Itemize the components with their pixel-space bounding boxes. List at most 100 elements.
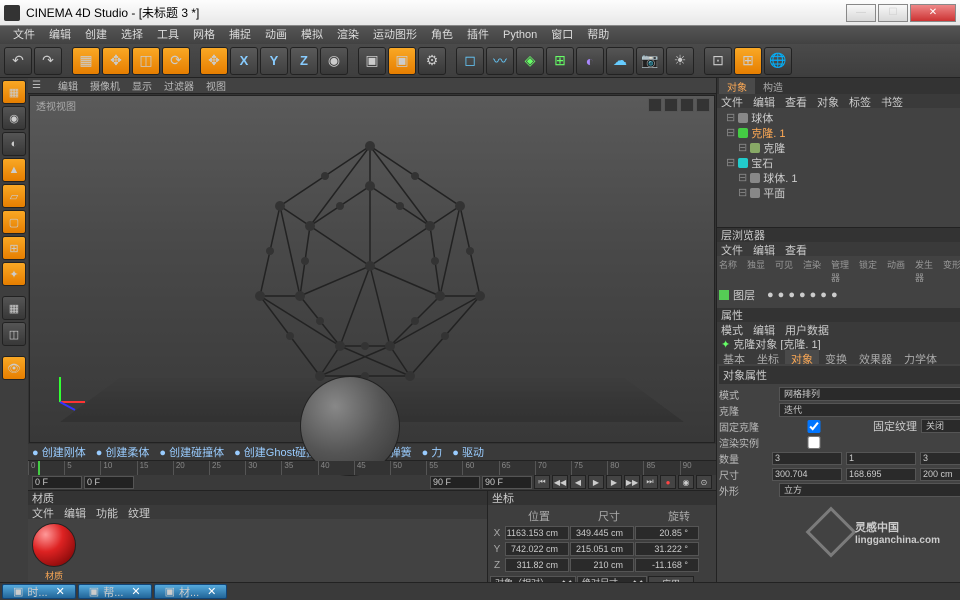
attr-fixclone[interactable]	[779, 420, 849, 433]
z-axis-toggle[interactable]: Z	[290, 47, 318, 75]
deformer[interactable]: ◐	[576, 47, 604, 75]
vp-menu[interactable]: 过滤器	[164, 78, 194, 93]
menu-item[interactable]: 插件	[460, 27, 496, 43]
vp-menu[interactable]: 摄像机	[90, 78, 120, 93]
rotate-tool[interactable]: ⟳	[162, 47, 190, 75]
vp-icon[interactable]	[648, 98, 662, 112]
primitive-spline[interactable]: 〰	[486, 47, 514, 75]
attr-shape[interactable]: 立方	[779, 483, 960, 497]
vp-menu[interactable]: 编辑	[58, 78, 78, 93]
attr-mode[interactable]: 网格排列	[779, 387, 960, 401]
menu-item[interactable]: Python	[496, 27, 544, 43]
size-x[interactable]	[772, 468, 842, 481]
vp-menu[interactable]: 视图	[206, 78, 226, 93]
dyn-item[interactable]: ● 驱动	[452, 444, 484, 460]
mat-menu[interactable]: 纹理	[128, 505, 150, 519]
select-tool[interactable]: ▦	[72, 47, 100, 75]
mat-menu[interactable]: 编辑	[64, 505, 86, 519]
taskbar-item[interactable]: ▣时...✕	[2, 584, 76, 599]
vp-icon[interactable]	[664, 98, 678, 112]
light-object[interactable]: ☀	[666, 47, 694, 75]
mograph-button[interactable]: ⊡	[704, 47, 732, 75]
vp-menu[interactable]: 显示	[132, 78, 152, 93]
menu-item[interactable]: 模拟	[294, 27, 330, 43]
material-preview[interactable]	[32, 523, 76, 567]
workplane[interactable]: ◫	[2, 322, 26, 346]
dyn-item[interactable]: ● 创建刚体	[32, 444, 86, 460]
vp-icon[interactable]	[680, 98, 694, 112]
object-row[interactable]: ⊟球体. 1✓	[719, 170, 960, 185]
move-tool[interactable]: ✥	[102, 47, 130, 75]
axis-mode[interactable]: ✦	[2, 262, 26, 286]
attr-fixtex[interactable]: 关闭	[921, 419, 960, 433]
menu-item[interactable]: 捕捉	[222, 27, 258, 43]
count-x[interactable]	[772, 452, 842, 465]
maximize-button[interactable]: ☐	[878, 4, 908, 22]
model-mode[interactable]: ◉	[2, 106, 26, 130]
timeline-current[interactable]	[84, 476, 134, 489]
attr-renderinst[interactable]	[779, 436, 849, 449]
x-axis-toggle[interactable]: X	[230, 47, 258, 75]
object-row[interactable]: ⊟球体✓	[719, 110, 960, 125]
recent-tool[interactable]: ✥	[200, 47, 228, 75]
primitive-cube[interactable]: ◻	[456, 47, 484, 75]
prev-key[interactable]: ◀◀	[552, 475, 568, 489]
edge-mode[interactable]: ▢	[2, 210, 26, 234]
camera-object[interactable]: 📷	[636, 47, 664, 75]
menu-item[interactable]: 选择	[114, 27, 150, 43]
environment[interactable]: ☁	[606, 47, 634, 75]
menu-item[interactable]: 网格	[186, 27, 222, 43]
prev-frame[interactable]: ◀	[570, 475, 586, 489]
playhead[interactable]	[38, 461, 40, 475]
texture-mode[interactable]: ◐	[2, 132, 26, 156]
point-mode[interactable]: ▱	[2, 184, 26, 208]
snap-toggle[interactable]: ▦	[2, 296, 26, 320]
generator-array[interactable]: ⊞	[546, 47, 574, 75]
undo-button[interactable]: ↶	[4, 47, 32, 75]
menu-item[interactable]: 编辑	[42, 27, 78, 43]
menu-item[interactable]: 窗口	[544, 27, 580, 43]
minimize-button[interactable]: —	[846, 4, 876, 22]
menu-item[interactable]: 动画	[258, 27, 294, 43]
tag-button[interactable]: ⊞	[734, 47, 762, 75]
menu-item[interactable]: 运动图形	[366, 27, 424, 43]
coord-system[interactable]: ◉	[320, 47, 348, 75]
dyn-item[interactable]: ● 创建柔体	[96, 444, 150, 460]
object-row[interactable]: ⊟克隆. 1✓	[719, 125, 960, 140]
dyn-item[interactable]: ● 力	[422, 444, 443, 460]
render-button[interactable]: ▣	[358, 47, 386, 75]
object-row[interactable]: ⊟克隆✓	[719, 140, 960, 155]
render-settings[interactable]: ⚙	[418, 47, 446, 75]
menu-item[interactable]: 渲染	[330, 27, 366, 43]
taskbar-item[interactable]: ▣材...✕	[154, 584, 228, 599]
next-key[interactable]: ▶▶	[624, 475, 640, 489]
size-z[interactable]	[920, 468, 960, 481]
mat-menu[interactable]: 功能	[96, 505, 118, 519]
scale-tool[interactable]: ◫	[132, 47, 160, 75]
menu-item[interactable]: 帮助	[580, 27, 616, 43]
menu-item[interactable]: 工具	[150, 27, 186, 43]
object-mode[interactable]: ▲	[2, 158, 26, 182]
timeline-start[interactable]	[32, 476, 82, 489]
attr-clone[interactable]: 迭代	[779, 403, 960, 417]
timeline-ruler[interactable]: 051015202530354045505560657075808590	[28, 461, 716, 475]
viewport-solo[interactable]: 👁	[2, 356, 26, 380]
goto-end[interactable]: ⏭	[642, 475, 658, 489]
make-editable[interactable]: ▦	[2, 80, 26, 104]
menu-item[interactable]: 创建	[78, 27, 114, 43]
object-row[interactable]: ⊟宝石✓	[719, 155, 960, 170]
menu-item[interactable]: 文件	[6, 27, 42, 43]
redo-button[interactable]: ↷	[34, 47, 62, 75]
next-frame[interactable]: ▶	[606, 475, 622, 489]
taskbar-item[interactable]: ▣帮...✕	[78, 584, 152, 599]
y-axis-toggle[interactable]: Y	[260, 47, 288, 75]
count-y[interactable]	[846, 452, 916, 465]
menu-item[interactable]: 角色	[424, 27, 460, 43]
play-button[interactable]: ▶	[588, 475, 604, 489]
close-button[interactable]: ✕	[910, 4, 956, 22]
object-row[interactable]: ⊟平面✓	[719, 185, 960, 200]
dyn-item[interactable]: ● 创建碰撞体	[159, 444, 224, 460]
polygon-mode[interactable]: ⊞	[2, 236, 26, 260]
size-y[interactable]	[846, 468, 916, 481]
autokey[interactable]: ◉	[678, 475, 694, 489]
